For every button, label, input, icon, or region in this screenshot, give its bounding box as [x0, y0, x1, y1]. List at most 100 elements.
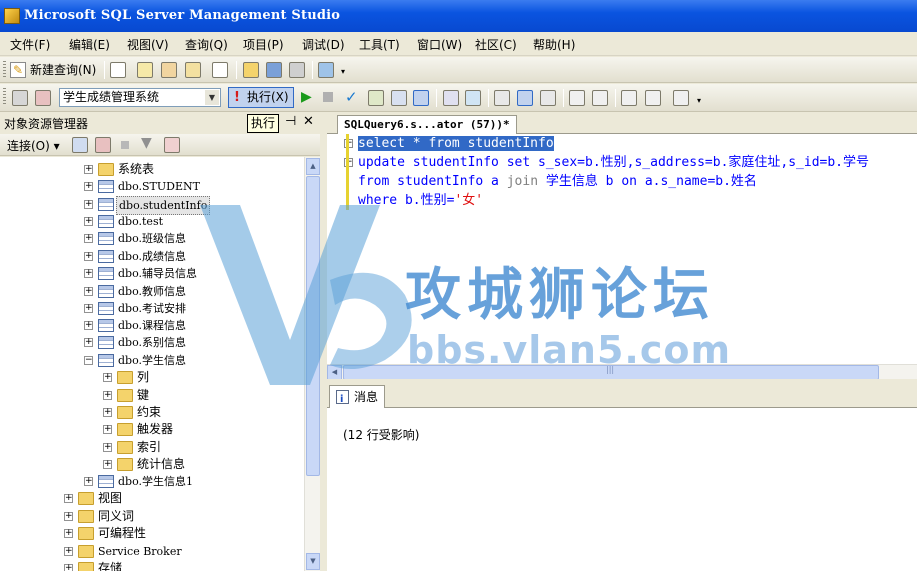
tree-node-label: dbo.学生信息1: [118, 475, 194, 488]
results-to-text-icon[interactable]: [494, 90, 510, 106]
decrease-indent-icon[interactable]: [621, 90, 637, 106]
code-line-2[interactable]: update studentInfo set s_sex=b.性别,s_addr…: [358, 153, 869, 172]
scroll-down-icon[interactable]: ▼: [306, 553, 320, 570]
new-query-button[interactable]: 新建查询(N): [10, 61, 96, 79]
menu-query[interactable]: 查询(Q): [185, 36, 228, 53]
results-to-file-icon[interactable]: [540, 90, 556, 106]
expand-icon[interactable]: +: [64, 494, 73, 503]
tree-node-label: dbo.test: [118, 215, 164, 228]
display-estimated-plan-icon[interactable]: [368, 90, 384, 106]
expand-icon[interactable]: +: [84, 217, 93, 226]
scrollbar-thumb[interactable]: [306, 176, 320, 476]
editor-horizontal-scrollbar[interactable]: ◀: [327, 364, 917, 380]
expand-icon[interactable]: +: [64, 529, 73, 538]
close-icon[interactable]: ✕: [303, 114, 314, 129]
results-to-grid-icon[interactable]: [517, 90, 533, 106]
new-file-icon[interactable]: [110, 62, 126, 78]
new-query-file-icon[interactable]: [212, 62, 228, 78]
expand-icon[interactable]: +: [84, 477, 93, 486]
query-designer-icon[interactable]: [391, 90, 407, 106]
pin-icon[interactable]: ⊣: [285, 114, 296, 129]
toolbar-grip[interactable]: [3, 61, 6, 79]
debug-play-icon[interactable]: ▶: [301, 89, 312, 105]
expand-icon[interactable]: +: [103, 391, 112, 400]
expand-icon[interactable]: +: [103, 460, 112, 469]
identifier: 学生信息 b: [538, 174, 622, 189]
disconnect-object-explorer-icon[interactable]: [95, 137, 111, 153]
analysis-services-dmx-icon[interactable]: [185, 62, 201, 78]
client-statistics-icon[interactable]: [465, 90, 481, 106]
comment-out-icon[interactable]: [569, 90, 585, 106]
database-select[interactable]: 学生成绩管理系统 ▼: [59, 88, 221, 107]
expand-icon[interactable]: +: [64, 547, 73, 556]
connect-dropdown[interactable]: 连接(O) ▾: [7, 137, 60, 154]
expand-icon[interactable]: +: [103, 408, 112, 417]
menu-file[interactable]: 文件(F): [10, 36, 50, 53]
tree-node-label: dbo.考试安排: [118, 302, 187, 315]
disconnect-icon[interactable]: [35, 90, 51, 106]
keyword: join: [506, 174, 539, 189]
expand-icon[interactable]: +: [84, 182, 93, 191]
expand-icon[interactable]: +: [84, 234, 93, 243]
menu-tools[interactable]: 工具(T): [359, 36, 400, 53]
expand-icon[interactable]: +: [84, 287, 93, 296]
intellisense-icon[interactable]: [413, 90, 429, 106]
pane-splitter[interactable]: [320, 113, 327, 571]
tree-node-label: 系统表: [118, 162, 155, 176]
toolbar-overflow-icon[interactable]: ▾: [697, 96, 701, 105]
expand-icon[interactable]: +: [64, 564, 73, 571]
expand-icon[interactable]: +: [84, 165, 93, 174]
menu-project[interactable]: 项目(P): [243, 36, 284, 53]
filter-icon[interactable]: ▼: [141, 135, 152, 151]
expand-icon[interactable]: +: [64, 512, 73, 521]
expand-icon[interactable]: +: [84, 269, 93, 278]
messages-tab[interactable]: 消息: [329, 385, 386, 411]
expand-icon[interactable]: +: [84, 252, 93, 261]
specify-template-values-icon[interactable]: [673, 90, 689, 106]
menu-window[interactable]: 窗口(W): [417, 36, 462, 53]
sql-editor[interactable]: − − select * from studentInfo update stu…: [327, 134, 917, 364]
print-icon[interactable]: [289, 62, 305, 78]
object-explorer-scrollbar[interactable]: ▲ ▼: [304, 157, 320, 571]
chevron-down-icon[interactable]: ▼: [205, 90, 219, 105]
scrollbar-thumb[interactable]: [343, 365, 879, 380]
expand-icon[interactable]: +: [84, 304, 93, 313]
table-icon: [98, 319, 114, 332]
database-engine-query-icon[interactable]: [137, 62, 153, 78]
save-icon[interactable]: [266, 62, 282, 78]
uncomment-icon[interactable]: [592, 90, 608, 106]
toolbar-overflow-icon[interactable]: ▾: [341, 67, 345, 76]
menu-edit[interactable]: 编辑(E): [69, 36, 110, 53]
refresh-icon[interactable]: [164, 137, 180, 153]
scroll-left-icon[interactable]: ◀: [327, 365, 342, 380]
expand-icon[interactable]: +: [84, 200, 93, 209]
expand-icon[interactable]: +: [103, 373, 112, 382]
scroll-up-icon[interactable]: ▲: [306, 158, 320, 175]
connect-object-explorer-icon[interactable]: [72, 137, 88, 153]
menu-debug[interactable]: 调试(D): [302, 36, 345, 53]
cancel-query-icon[interactable]: [323, 92, 333, 102]
code-line-4[interactable]: where b.性别='女': [358, 191, 483, 210]
expand-icon[interactable]: +: [103, 425, 112, 434]
collapse-icon[interactable]: −: [84, 356, 93, 365]
menu-help[interactable]: 帮助(H): [533, 36, 575, 53]
code-line-1[interactable]: select * from studentInfo: [358, 134, 554, 153]
toolbar-grip[interactable]: [3, 88, 6, 106]
query-tab[interactable]: SQLQuery6.s...ator (57))*: [337, 115, 517, 134]
activity-monitor-icon[interactable]: [318, 62, 334, 78]
stop-icon[interactable]: [121, 141, 129, 149]
menu-view[interactable]: 视图(V): [127, 36, 169, 53]
include-actual-plan-icon[interactable]: [443, 90, 459, 106]
expand-icon[interactable]: +: [103, 443, 112, 452]
increase-indent-icon[interactable]: [645, 90, 661, 106]
execute-button[interactable]: ! 执行(X): [228, 87, 294, 108]
expand-icon[interactable]: +: [84, 338, 93, 347]
expand-icon[interactable]: +: [84, 321, 93, 330]
code-line-3[interactable]: from studentInfo a join 学生信息 b on a.s_na…: [358, 172, 757, 191]
parse-checkmark-icon[interactable]: ✓: [345, 88, 358, 106]
analysis-services-mdx-icon[interactable]: [161, 62, 177, 78]
connect-icon[interactable]: [12, 90, 28, 106]
open-file-icon[interactable]: [243, 62, 259, 78]
folder-icon: [117, 371, 133, 384]
menu-community[interactable]: 社区(C): [475, 36, 517, 53]
